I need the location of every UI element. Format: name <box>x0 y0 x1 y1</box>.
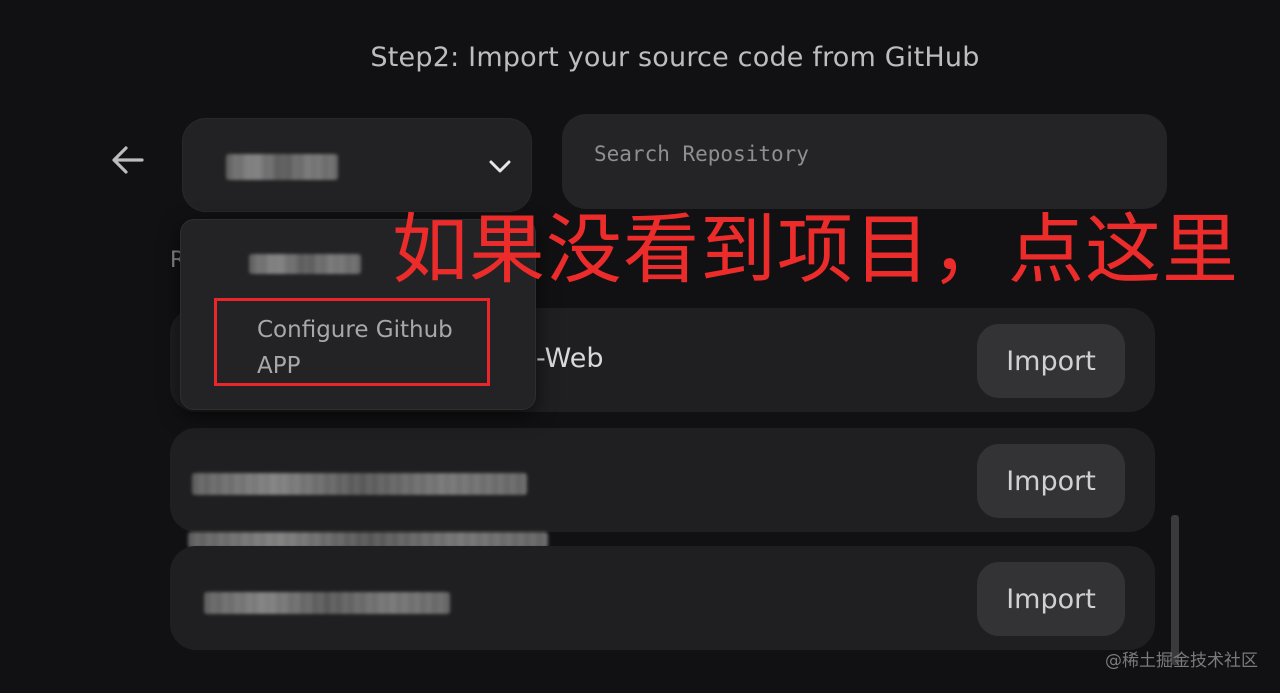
import-page: Step2: Import your source code from GitH… <box>0 0 1280 693</box>
repo-row: Import <box>170 546 1155 650</box>
import-button[interactable]: Import <box>977 444 1125 518</box>
search-repository-input[interactable] <box>592 140 1137 167</box>
annotation-text: 如果没看到项目，点这里 <box>392 205 1239 294</box>
scrollbar[interactable] <box>1171 515 1179 665</box>
dropdown-account-obscured[interactable] <box>249 254 361 274</box>
annotation-highlight-box <box>214 298 490 386</box>
back-button[interactable] <box>106 138 150 182</box>
import-button[interactable]: Import <box>977 324 1125 398</box>
repo-name: -Web <box>536 343 604 374</box>
step-title: Step2: Import your source code from GitH… <box>370 42 980 73</box>
repo-name-obscured <box>192 473 527 495</box>
account-name-obscured <box>226 154 338 180</box>
watermark: @稀土掘金技术社区 <box>1105 651 1258 671</box>
arrow-left-icon <box>112 146 144 174</box>
import-button[interactable]: Import <box>977 562 1125 636</box>
repo-row: Import <box>170 428 1155 532</box>
repo-name-obscured <box>204 592 450 614</box>
chevron-down-icon <box>489 160 511 173</box>
